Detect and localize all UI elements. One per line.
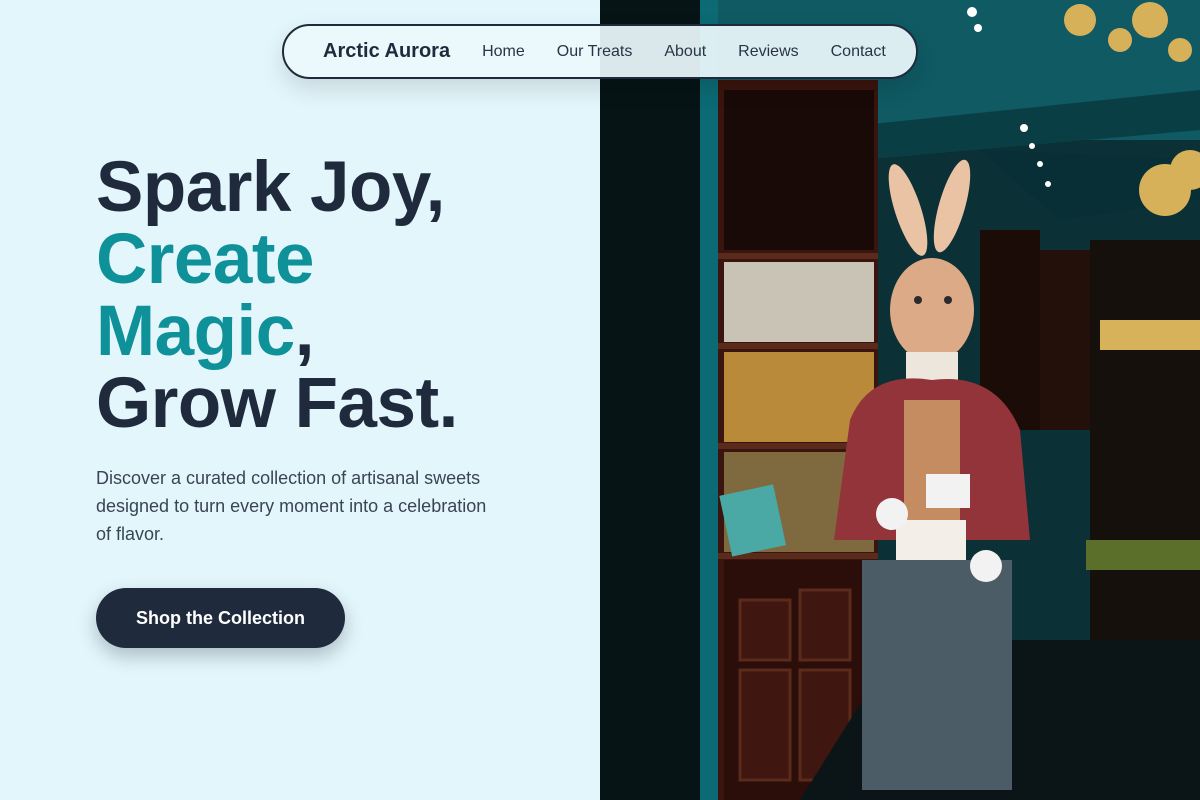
headline-line-3: Magic,	[96, 296, 458, 368]
shop-photo-illustration	[600, 0, 1200, 800]
hero-description: Discover a curated collection of artisan…	[96, 468, 487, 544]
nav-link-our-treats[interactable]: Our Treats	[557, 43, 633, 61]
nav-link-reviews[interactable]: Reviews	[738, 43, 798, 61]
nav-link-about[interactable]: About	[664, 43, 706, 61]
headline-line-3-accent: Magic	[96, 292, 295, 371]
brand-logo-text[interactable]: Arctic Aurora	[323, 40, 450, 63]
nav-link-home[interactable]: Home	[482, 43, 525, 61]
headline-line-2: Create	[96, 220, 315, 299]
hero-image	[600, 0, 1200, 800]
nav-links: Home Our Treats About Reviews Contact	[482, 43, 886, 61]
top-navigation: Arctic Aurora Home Our Treats About Revi…	[282, 24, 918, 79]
headline-line-1: Spark Joy,	[96, 148, 445, 227]
shop-collection-button[interactable]: Shop the Collection	[96, 588, 345, 648]
headline-line-3-rest: ,	[294, 292, 315, 371]
hero-headline: Spark Joy, Create Magic, Grow Fast.	[96, 152, 458, 440]
nav-link-contact[interactable]: Contact	[831, 43, 886, 61]
headline-line-4: Grow Fast.	[96, 364, 458, 443]
